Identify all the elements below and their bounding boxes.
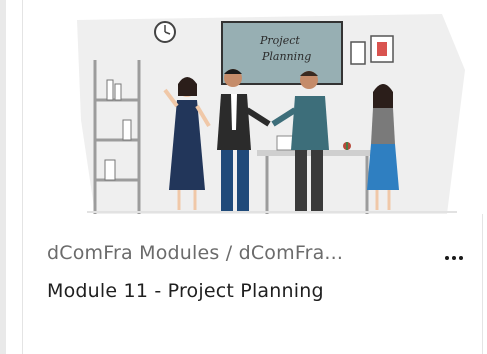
ellipsis-icon xyxy=(445,256,463,260)
module-title[interactable]: Module 11 - Project Planning xyxy=(47,280,457,302)
more-options-button[interactable] xyxy=(439,244,469,272)
module-thumbnail[interactable]: Project Planning xyxy=(47,0,487,214)
team-illustration: Project Planning xyxy=(77,14,465,214)
page: Project Planning xyxy=(0,0,487,354)
left-panel-edge xyxy=(0,0,6,354)
module-card[interactable]: Project Planning xyxy=(22,0,487,354)
clock-icon xyxy=(154,21,176,43)
module-breadcrumb-path[interactable]: dCom​Fra Modules / dCom​Fra... xyxy=(47,242,427,264)
board-line-1: Project xyxy=(259,34,300,47)
board-line-2: Planning xyxy=(261,50,311,63)
